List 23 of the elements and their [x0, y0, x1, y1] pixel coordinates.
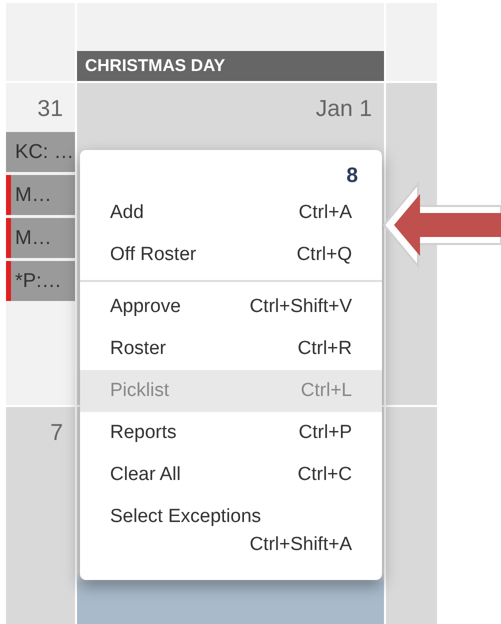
menu-item[interactable]: Roster Ctrl+R: [80, 328, 382, 370]
menu-item[interactable]: Select Exceptions Ctrl+Shift+A: [80, 496, 382, 566]
day-number: 7: [50, 418, 63, 447]
menu-item[interactable]: Off Roster Ctrl+Q: [80, 234, 382, 276]
calendar-cell[interactable]: [386, 407, 437, 624]
event-chip[interactable]: M…: [6, 218, 75, 258]
event-chip[interactable]: KC: …: [6, 132, 75, 172]
event-chip[interactable]: M…: [6, 174, 75, 214]
event-label: M…: [15, 182, 52, 208]
event-label: *P:…: [15, 268, 62, 294]
day-number: 31: [37, 94, 63, 123]
holiday-banner: CHRISTMAS DAY: [77, 51, 384, 81]
calendar-cell[interactable]: 7: [6, 407, 75, 624]
count-label: 8: [346, 163, 358, 189]
event-label: KC: …: [15, 140, 74, 164]
menu-item[interactable]: Approve Ctrl+Shift+V: [80, 286, 382, 328]
day-number: Jan 1: [316, 94, 372, 123]
calendar-cell[interactable]: 31 KC: … M… M… *P:…: [6, 83, 75, 405]
event-label: M…: [15, 226, 52, 250]
menu-item[interactable]: Add Ctrl+A: [80, 192, 382, 234]
menu-item[interactable]: Reports Ctrl+P: [80, 412, 382, 454]
event-chip[interactable]: *P:…: [6, 260, 75, 300]
menu-item[interactable]: Clear All Ctrl+C: [80, 454, 382, 496]
